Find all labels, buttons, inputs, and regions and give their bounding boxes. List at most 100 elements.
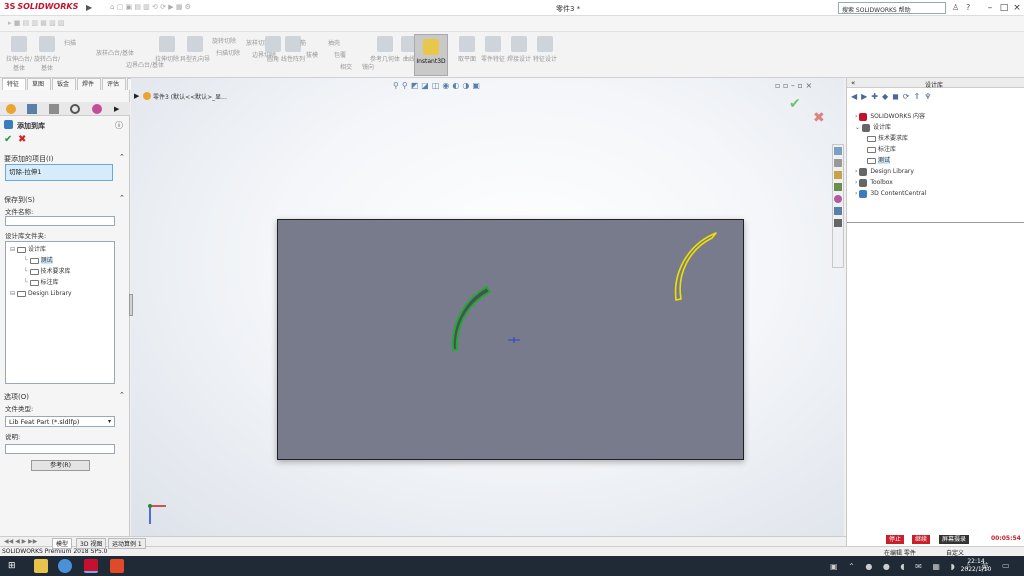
confirm-check-icon[interactable]: ✔ [789, 96, 801, 112]
view-palette-icon[interactable] [834, 183, 842, 191]
ribbon-button[interactable]: 包覆 [334, 50, 374, 60]
sketch-geometry[interactable] [278, 220, 745, 461]
panel-splitter[interactable] [129, 294, 133, 316]
library-tree-item[interactable]: › Design Library [855, 166, 1023, 177]
tab-2[interactable]: 钣金 [52, 78, 76, 90]
menu-expand-icon[interactable]: ▶ [86, 3, 92, 12]
confirm-cancel-icon[interactable]: ✖ [813, 110, 825, 126]
tree-expander-icon[interactable]: └ [24, 279, 30, 286]
tree-expander-icon[interactable]: ⊟ [10, 290, 17, 297]
tab-3[interactable]: 焊件 [77, 78, 101, 90]
collapse-chevron-icon[interactable]: ⌃ [119, 153, 125, 161]
minimize-button[interactable]: – [984, 2, 996, 14]
file-explorer-taskbar-icon[interactable] [34, 559, 48, 573]
bottom-tab[interactable]: 运动算例 1 [108, 538, 146, 549]
pane-divider [847, 222, 1024, 223]
tree-expander-icon[interactable]: ⌄ [855, 124, 862, 131]
save-section-header[interactable]: 保存到(S) [4, 195, 35, 205]
options-section-header[interactable]: 选项(O) [4, 392, 29, 402]
tree-item[interactable]: └ 标注库 [10, 277, 114, 288]
heads-up-view-toolbar[interactable]: ⚲⚲◩◪◫◉◐◑▣ [393, 81, 583, 92]
configuration-icon[interactable] [49, 104, 59, 114]
ribbon-button[interactable]: 抽壳 [328, 38, 368, 48]
item-value[interactable]: 切除-拉伸1 [9, 168, 41, 176]
ribbon-button[interactable]: 异型孔向导 [180, 36, 210, 74]
file-name-field[interactable] [5, 216, 115, 226]
property-manager-icon[interactable] [27, 104, 37, 114]
recorder-continue-button[interactable]: 继续 [912, 535, 931, 544]
task-pane-tabs[interactable] [832, 144, 844, 268]
ribbon-button[interactable]: 特征设计 [530, 36, 560, 74]
restore-button[interactable]: □ [998, 2, 1010, 14]
tree-expand-icon[interactable]: ▶ [134, 92, 139, 100]
display-manager-icon[interactable] [92, 104, 102, 114]
viewport-controls[interactable]: ▫ ▫ – ▫ × [775, 81, 812, 90]
ribbon-button[interactable]: 拉伸凸台/基体 [4, 36, 34, 74]
library-tree-item[interactable]: 技术要求库 [855, 133, 1023, 144]
close-button[interactable]: × [1011, 2, 1023, 14]
library-tree-item[interactable]: 测试 [855, 155, 1023, 166]
collapse-pane-icon[interactable]: « [851, 79, 855, 87]
playback-icons[interactable]: ▸ ■ ▤ ▥ ▦ ▧ ▨ [8, 19, 65, 27]
taskbar-clock[interactable]: 22:14 2022/1/10 [954, 558, 998, 574]
chrome-taskbar-icon[interactable] [58, 559, 72, 573]
bottom-tab[interactable]: 模型 [52, 538, 73, 549]
dimxpert-icon[interactable] [70, 104, 80, 114]
description-field[interactable] [5, 444, 115, 454]
tree-expander-icon[interactable]: └ [24, 257, 30, 264]
library-tree-item[interactable]: ⌄ 设计库 [855, 122, 1023, 133]
recorder-taskbar-icon[interactable] [110, 559, 124, 573]
ribbon-button[interactable]: 扫描 [64, 38, 104, 48]
design-library-toolbar[interactable]: ◀▶✚◆◼⟳⇑♆ [851, 92, 981, 102]
quick-access-toolbar[interactable]: ⌂ ▢ ▣ ▤ ▥ ⟲ ⟳ ▶ ▦ ⚙ [110, 3, 290, 13]
bottom-tab[interactable]: 3D 视图 [76, 538, 107, 549]
collapse-chevron-icon[interactable]: ⌃ [119, 391, 125, 399]
forum-icon[interactable] [834, 219, 842, 227]
help-icon[interactable]: ? [966, 3, 970, 12]
tab-4[interactable]: 评估 [102, 78, 126, 90]
reference-button[interactable]: 参考(R) [31, 460, 90, 471]
library-tree-item[interactable]: › Toolbox [855, 177, 1023, 188]
design-library-icon[interactable] [834, 159, 842, 167]
instant3d-button[interactable]: Instant3D [414, 34, 448, 76]
ribbon-button[interactable]: 旋转凸台/基体 [32, 36, 62, 74]
file-type-select[interactable]: Lib Feat Part (*.sldlfp) ▾ [5, 416, 115, 427]
tree-item[interactable]: ⊟ Design Library [10, 288, 114, 299]
collapse-chevron-icon[interactable]: ⌃ [119, 194, 125, 202]
solidworks-taskbar-icon[interactable] [84, 559, 98, 573]
tree-item[interactable]: └ 技术要求库 [10, 266, 114, 277]
notification-icon[interactable]: ▭ [1002, 561, 1010, 570]
ok-check-icon[interactable]: ✔ [4, 134, 12, 145]
user-icon[interactable]: ♙ [952, 3, 959, 12]
tab-0[interactable]: 特征 [2, 78, 26, 90]
custom-properties-icon[interactable] [834, 207, 842, 215]
items-section-header[interactable]: 要添加的项目(I) [4, 154, 54, 164]
file-explorer-icon[interactable] [834, 171, 842, 179]
tree-item[interactable]: ⊟ 设计库 [10, 244, 114, 255]
library-tree-item[interactable]: › 3D ContentCentral [855, 188, 1023, 199]
tree-expander-icon[interactable]: └ [24, 268, 30, 275]
feature-tree-breadcrumb[interactable]: 零件3 (默认<<默认>_显... [153, 92, 227, 101]
tab-1[interactable]: 草图 [27, 78, 51, 90]
panel-expand-icon[interactable]: ▶ [114, 105, 119, 113]
items-to-add-list[interactable]: 切除-拉伸1 [5, 164, 113, 181]
ribbon-button[interactable]: 拉伸切除 [152, 36, 182, 74]
help-search-input[interactable]: 搜索 SOLIDWORKS 帮助 [838, 2, 946, 14]
feature-tree-icon[interactable] [6, 104, 16, 114]
ribbon-button[interactable]: 放样凸台/基体 [96, 48, 136, 58]
library-tree-item[interactable]: 标注库 [855, 144, 1023, 155]
secondary-toolbar: ▸ ■ ▤ ▥ ▦ ▧ ▨ [0, 16, 1024, 32]
resources-icon[interactable] [834, 147, 842, 155]
tree-item[interactable]: └ 测试 [10, 255, 114, 266]
tab-scroll-arrows[interactable]: ◀◀ ◀ ▶ ▶▶ [4, 538, 37, 545]
windows-start-icon[interactable]: ⊞ [8, 561, 16, 571]
sketch-plane[interactable] [277, 219, 744, 460]
cancel-x-icon[interactable]: ✖ [18, 134, 26, 145]
appearances-icon[interactable] [834, 195, 842, 203]
tree-expander-icon[interactable]: ⊟ [10, 246, 17, 253]
help-circle-icon[interactable]: ⓘ [115, 120, 123, 131]
library-tree-item[interactable]: › SOLIDWORKS 内容 [855, 111, 1023, 122]
recorder-stop-button[interactable]: 停止 [886, 535, 905, 544]
ribbon-button[interactable]: 扫描切除 [216, 48, 256, 58]
design-folder-tree[interactable]: ⊟ 设计库 └ 测试 └ 技术要求库 └ 标注库 ⊟ Design Library [5, 241, 115, 384]
